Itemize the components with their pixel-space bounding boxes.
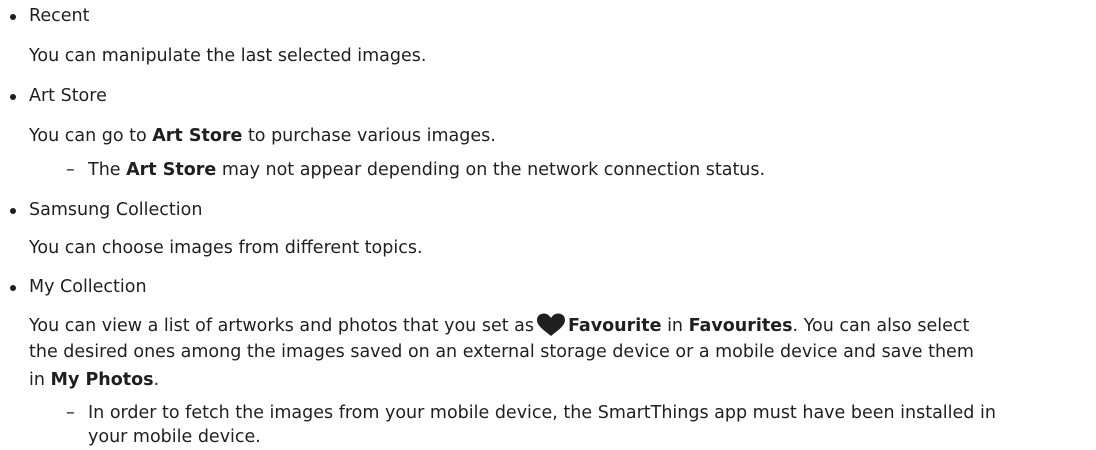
description-text: You can view a list of artworks and phot… (29, 313, 969, 337)
description-text: in My Photos. (29, 370, 160, 390)
description-text: You can go to Art Store to purchase vari… (29, 126, 496, 146)
bullet-icon (10, 94, 16, 100)
bullet-icon (10, 285, 16, 291)
bullet-icon (10, 14, 16, 20)
bold-term: My Photos (50, 370, 154, 390)
heart-icon (537, 313, 565, 336)
item-title: Recent (29, 6, 90, 26)
dash-marker: – (66, 160, 75, 180)
description-text: You can choose images from different top… (29, 238, 423, 258)
item-title: Art Store (29, 86, 107, 106)
description-text: the desired ones among the images saved … (29, 342, 974, 362)
bold-term: Favourite (568, 316, 662, 336)
note-text: In order to fetch the images from your m… (88, 403, 996, 423)
note-text: The Art Store may not appear depending o… (88, 160, 766, 180)
bold-term: Favourites (688, 316, 793, 336)
bold-term: Art Store (152, 126, 243, 146)
note-text: your mobile device. (88, 427, 261, 447)
bold-term: Art Store (126, 160, 217, 180)
bullet-icon (10, 208, 16, 214)
item-title: Samsung Collection (29, 200, 203, 220)
item-title: My Collection (29, 277, 147, 297)
description-text: You can manipulate the last selected ima… (29, 46, 427, 66)
dash-marker: – (66, 403, 75, 423)
